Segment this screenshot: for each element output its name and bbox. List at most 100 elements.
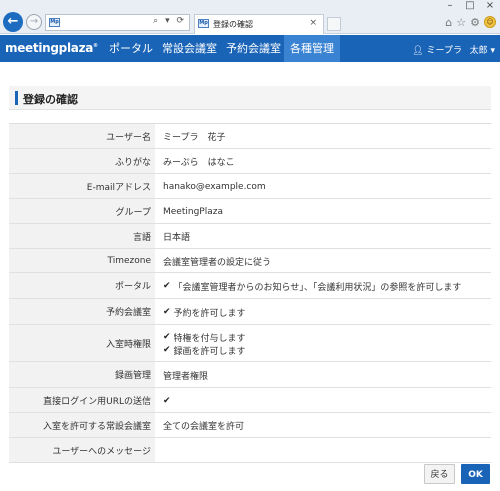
maximize-button[interactable]: □ [460, 0, 480, 14]
value-line: 全ての会議室を許可 [163, 419, 244, 432]
value-text: 「会議室管理者からのお知らせ」、「会議利用状況」の参照を許可します [173, 282, 462, 293]
browser-toolbar-icons: ⌂ ☆ ⚙ ☺ [445, 16, 496, 29]
checkmark-icon: ✔ [163, 345, 171, 355]
value-line: ミープラ 花子 [163, 130, 225, 143]
row-label: 直接ログイン用URLの送信 [9, 388, 155, 412]
page-header: 登録の確認 [9, 86, 491, 110]
row-value: 管理者権限 [163, 362, 491, 388]
value-text: ミープラ 花子 [163, 133, 226, 143]
row-label: 入室を許可する常設会議室 [9, 413, 155, 437]
forward-arrow-icon[interactable]: → [26, 14, 42, 30]
back-arrow-icon[interactable]: ← [3, 12, 23, 32]
row-label: ユーザー名 [9, 124, 155, 148]
table-row: 予約会議室 ✔ 予約を許可します [9, 299, 491, 325]
row-value: ✔ 予約を許可します [163, 299, 491, 325]
favorites-star-icon[interactable]: ☆ [456, 16, 466, 29]
value-line: 管理者権限 [163, 369, 208, 382]
site-favicon-icon: Mp [49, 18, 60, 27]
address-bar[interactable]: Mp ⌕ ▾ ⟳ [45, 14, 190, 31]
row-value: 全ての会議室を許可 [163, 413, 491, 438]
tab-favicon-icon: Mp [198, 19, 209, 28]
table-row: E-mailアドレス hanako@example.com [9, 174, 491, 199]
row-value: ✔ [163, 388, 491, 413]
user-name: ミープラ [426, 46, 462, 56]
close-window-button[interactable]: × [480, 0, 500, 14]
tab-close-icon[interactable]: × [309, 18, 317, 28]
logo-text: meetingplaza [5, 41, 94, 55]
row-value: hanako@example.com [163, 174, 491, 199]
value-text: 録画を許可します [173, 346, 246, 357]
search-refresh-icons[interactable]: ⌕ ▾ ⟳ [153, 16, 186, 26]
checkmark-icon: ✔ [163, 332, 171, 342]
value-line: ✔ 「会議室管理者からのお知らせ」、「会議利用状況」の参照を許可します [163, 280, 461, 293]
nav-reserved-rooms[interactable]: 予約会議室 [220, 35, 287, 62]
row-label: 入室時権限 [9, 325, 155, 361]
row-value: 日本語 [163, 224, 491, 249]
value-line: みーぷら はなこ [163, 155, 235, 168]
table-row: 入室時権限 ✔ 特権を付与します ✔ 録画を許可します [9, 325, 491, 362]
table-row: 入室を許可する常設会議室 全ての会議室を許可 [9, 413, 491, 438]
value-line: ✔ 特権を付与します [163, 331, 246, 344]
row-value [163, 438, 491, 463]
checkmark-icon: ✔ [163, 395, 171, 406]
value-line: 会議室管理者の設定に従う [163, 255, 271, 268]
value-line: hanako@example.com [163, 182, 266, 192]
value-text: 管理者権限 [163, 371, 209, 382]
ok-button[interactable]: OK [461, 464, 490, 484]
value-line: 日本語 [163, 230, 190, 243]
browser-tab[interactable]: Mp 登録の確認 × [194, 14, 324, 34]
feedback-smiley-icon[interactable]: ☺ [484, 16, 496, 28]
table-row: ふりがな みーぷら はなこ [9, 149, 491, 174]
value-text: 日本語 [163, 233, 191, 243]
meetingplaza-logo[interactable]: meetingplaza® [5, 41, 98, 55]
app-navbar: meetingplaza® ポータル 常設会議室 予約会議室 各種管理 👤︎ ミ… [0, 35, 500, 62]
chevron-down-icon: ▾ [490, 46, 495, 56]
row-label: グループ [9, 199, 155, 223]
table-row: 直接ログイン用URLの送信 ✔ [9, 388, 491, 413]
nav-administration[interactable]: 各種管理 [284, 35, 340, 62]
table-row: Timezone 会議室管理者の設定に従う [9, 249, 491, 273]
row-label: Timezone [9, 249, 155, 272]
window-controls: – □ × [440, 0, 500, 14]
table-row: 録画管理 管理者権限 [9, 362, 491, 388]
value-text: 全ての会議室を許可 [163, 422, 245, 432]
value-line: ✔ 予約を許可します [163, 306, 246, 319]
back-button[interactable]: 戻る [424, 464, 455, 484]
tab-title: 登録の確認 [213, 20, 253, 29]
row-label: 予約会議室 [9, 299, 155, 324]
value-line: ✔ 録画を許可します [163, 344, 246, 357]
page-title: 登録の確認 [23, 93, 78, 106]
home-icon[interactable]: ⌂ [445, 16, 452, 29]
value-text: 特権を付与します [173, 333, 246, 344]
table-row: グループ MeetingPlaza [9, 199, 491, 224]
nav-permanent-rooms[interactable]: 常設会議室 [156, 35, 223, 62]
value-text: MeetingPlaza [163, 206, 223, 217]
value-line: MeetingPlaza [163, 207, 223, 217]
checkmark-icon: ✔ [163, 307, 171, 317]
row-value: ✔ 「会議室管理者からのお知らせ」、「会議利用状況」の参照を許可します [163, 273, 491, 299]
new-tab-button[interactable] [327, 17, 341, 31]
user-icon: 👤︎ [412, 46, 424, 56]
user-menu[interactable]: 👤︎ ミープラ [412, 43, 462, 56]
row-label: ユーザーへのメッセージ [9, 438, 155, 462]
row-value: ✔ 特権を付与します ✔ 録画を許可します [163, 325, 491, 362]
value-text: 予約を許可します [173, 308, 246, 319]
row-value: ミープラ 花子 [163, 124, 491, 149]
row-value: MeetingPlaza [163, 199, 491, 224]
row-label: 録画管理 [9, 362, 155, 387]
row-label: ポータル [9, 273, 155, 298]
minimize-button[interactable]: – [440, 0, 460, 14]
nav-portal[interactable]: ポータル [103, 35, 159, 62]
browser-chrome: – □ × ← → Mp ⌕ ▾ ⟳ Mp 登録の確認 × ⌂ ☆ ⚙ ☺ [0, 0, 500, 34]
row-label: 言語 [9, 224, 155, 248]
table-row: ポータル ✔ 「会議室管理者からのお知らせ」、「会議利用状況」の参照を許可します [9, 273, 491, 299]
row-value: みーぷら はなこ [163, 149, 491, 174]
settings-gear-icon[interactable]: ⚙ [470, 16, 480, 29]
value-text: 会議室管理者の設定に従う [163, 257, 272, 268]
value-text: hanako@example.com [163, 181, 266, 192]
table-row: 言語 日本語 [9, 224, 491, 249]
user-dropdown-label: 太郎 [469, 46, 488, 56]
user-dropdown[interactable]: 太郎 ▾ [470, 43, 495, 56]
title-accent-bar [15, 91, 18, 105]
table-row: ユーザーへのメッセージ [9, 438, 491, 463]
